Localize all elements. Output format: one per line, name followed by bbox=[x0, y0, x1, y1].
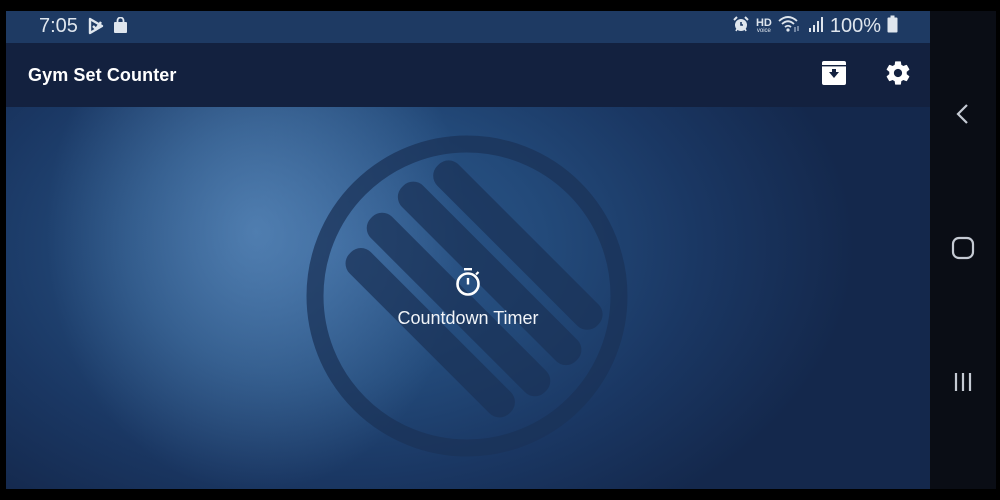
nav-home-button[interactable] bbox=[946, 233, 980, 267]
status-time: 7:05 bbox=[39, 15, 78, 37]
nav-recents-button[interactable] bbox=[946, 367, 980, 401]
app-bar: Gym Set Counter bbox=[6, 43, 930, 107]
hd-voice-icon: HD voice bbox=[755, 17, 772, 35]
back-chevron-icon bbox=[955, 103, 971, 130]
battery-icon bbox=[887, 15, 898, 38]
archive-button[interactable] bbox=[818, 59, 850, 91]
nav-back-button[interactable] bbox=[946, 99, 980, 133]
home-square-icon bbox=[951, 236, 975, 265]
alarm-icon bbox=[732, 15, 750, 38]
status-bar: 7:05 HD voice 100% bbox=[6, 11, 930, 43]
stopwatch-icon bbox=[454, 268, 482, 301]
archive-download-icon bbox=[821, 60, 847, 91]
battery-percent: 100% bbox=[829, 15, 881, 37]
wifi-icon bbox=[778, 15, 802, 38]
countdown-timer-button[interactable]: Countdown Timer bbox=[368, 267, 568, 329]
settings-gear-icon bbox=[884, 59, 912, 92]
play-store-icon bbox=[88, 17, 104, 40]
navigation-bar bbox=[930, 11, 996, 489]
countdown-timer-label: Countdown Timer bbox=[397, 308, 539, 328]
signal-icon bbox=[808, 15, 824, 38]
phone-screen: 7:05 HD voice 100% Gym Set Counter Count… bbox=[6, 11, 930, 489]
main-content: Countdown Timer bbox=[6, 107, 930, 489]
shopping-bag-icon bbox=[113, 16, 128, 39]
settings-button[interactable] bbox=[882, 59, 914, 91]
recents-lines-icon bbox=[952, 371, 974, 398]
status-icons: HD voice 100% bbox=[732, 15, 898, 38]
app-title: Gym Set Counter bbox=[28, 65, 177, 85]
